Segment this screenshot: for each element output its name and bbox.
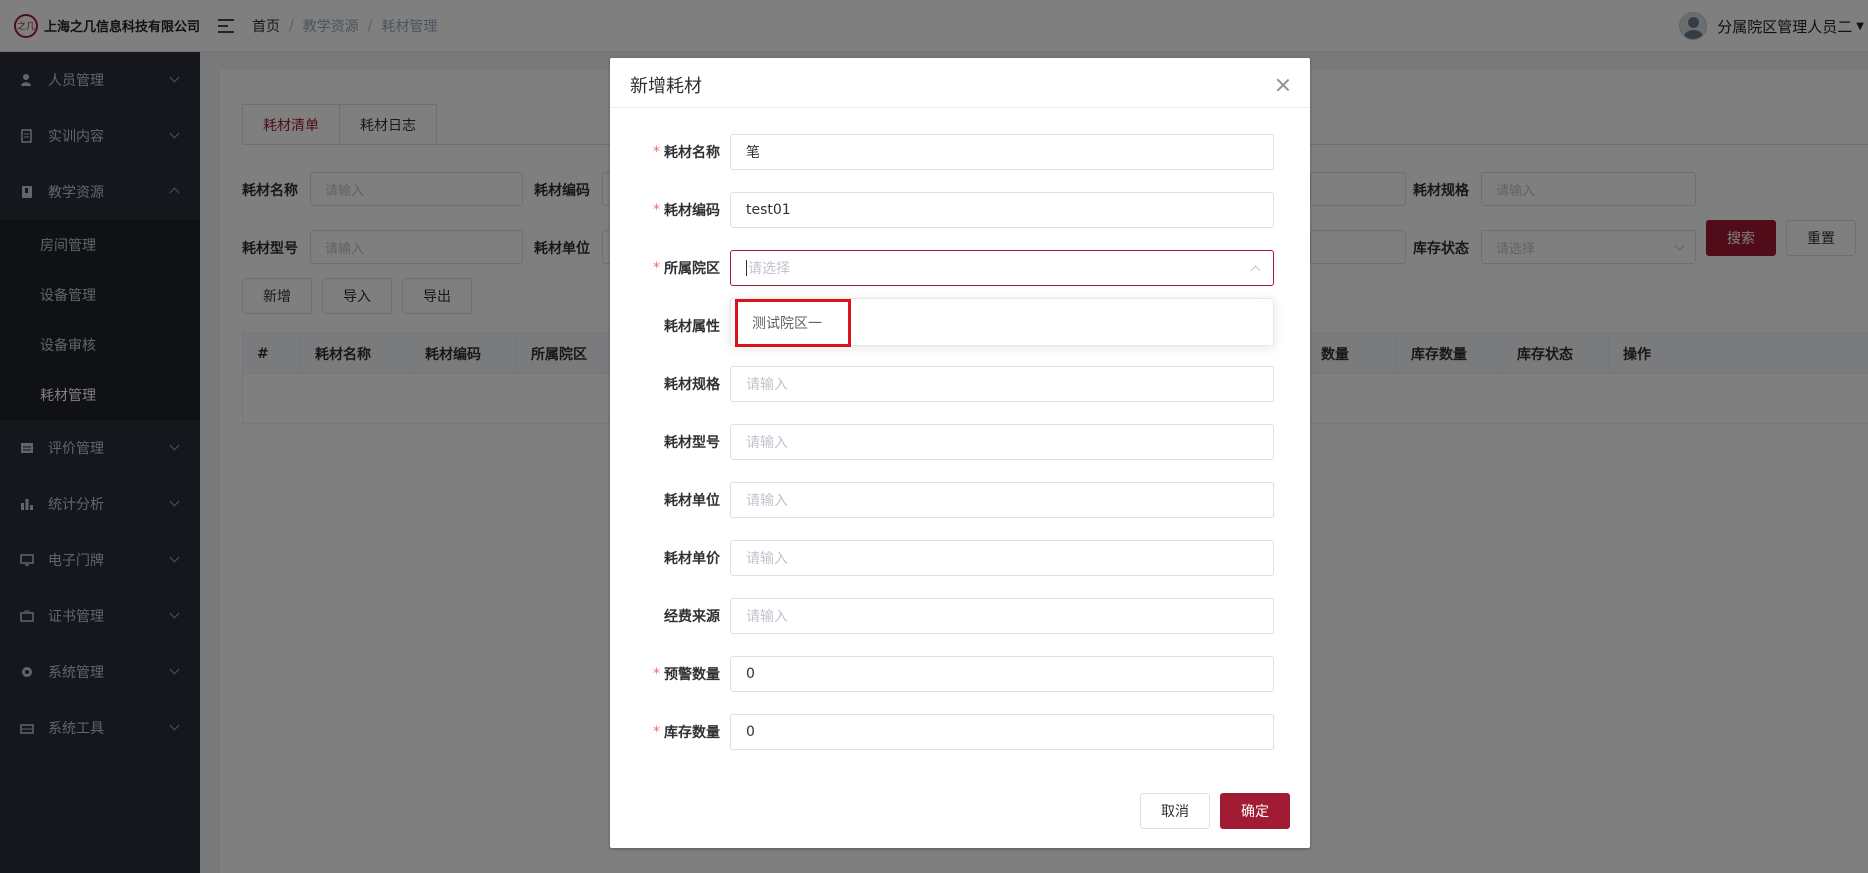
- code-input[interactable]: test01: [730, 192, 1274, 228]
- field-label: 预警数量: [664, 667, 720, 683]
- field-label: 耗材单位: [664, 493, 720, 509]
- name-input[interactable]: 笔: [730, 134, 1274, 170]
- form-row-stock-qty: * 库存数量 0: [610, 714, 1310, 750]
- field-label: 耗材名称: [664, 145, 720, 161]
- field-label: 耗材属性: [664, 319, 720, 335]
- model-input[interactable]: 请输入: [730, 424, 1274, 460]
- campus-dropdown: 测试院区一: [730, 298, 1274, 347]
- form-row-name: * 耗材名称 笔: [610, 134, 1310, 170]
- form-row-warning-qty: * 预警数量 0: [610, 656, 1310, 692]
- warning-quantity-input[interactable]: 0: [730, 656, 1274, 692]
- field-label: 经费来源: [664, 609, 720, 625]
- field-label: 耗材型号: [664, 435, 720, 451]
- close-icon[interactable]: [1276, 78, 1290, 92]
- form-row-model: 耗材型号 请输入: [610, 424, 1310, 460]
- form-row-funding: 经费来源 请输入: [610, 598, 1310, 634]
- text-cursor: [746, 260, 747, 276]
- unit-input[interactable]: 请输入: [730, 482, 1274, 518]
- spec-input[interactable]: 请输入: [730, 366, 1274, 402]
- funding-input[interactable]: 请输入: [730, 598, 1274, 634]
- select-placeholder: 请选择: [748, 261, 790, 277]
- field-label: 库存数量: [664, 725, 720, 741]
- price-input[interactable]: 请输入: [730, 540, 1274, 576]
- confirm-button[interactable]: 确定: [1220, 793, 1290, 829]
- form-row-unit: 耗材单位 请输入: [610, 482, 1310, 518]
- chevron-up-icon: [1250, 265, 1261, 276]
- cancel-button[interactable]: 取消: [1140, 793, 1210, 829]
- field-label: 所属院区: [664, 261, 720, 277]
- field-label: 耗材编码: [664, 203, 720, 219]
- form-row-spec: 耗材规格 请输入: [610, 366, 1310, 402]
- campus-select[interactable]: 请选择: [730, 250, 1274, 286]
- field-label: 耗材单价: [664, 551, 720, 567]
- form-row-price: 耗材单价 请输入: [610, 540, 1310, 576]
- dialog-title: 新增耗材: [630, 76, 702, 97]
- stock-quantity-input[interactable]: 0: [730, 714, 1274, 750]
- dropdown-option-campus-1[interactable]: 测试院区一: [735, 299, 851, 347]
- add-consumable-dialog: 新增耗材 * 耗材名称 笔 * 耗材编码 test01 * 所属院区 请选择 耗材属性…: [610, 58, 1310, 848]
- field-label: 耗材规格: [664, 377, 720, 393]
- form-row-campus: * 所属院区 请选择: [610, 250, 1310, 286]
- form-row-code: * 耗材编码 test01: [610, 192, 1310, 228]
